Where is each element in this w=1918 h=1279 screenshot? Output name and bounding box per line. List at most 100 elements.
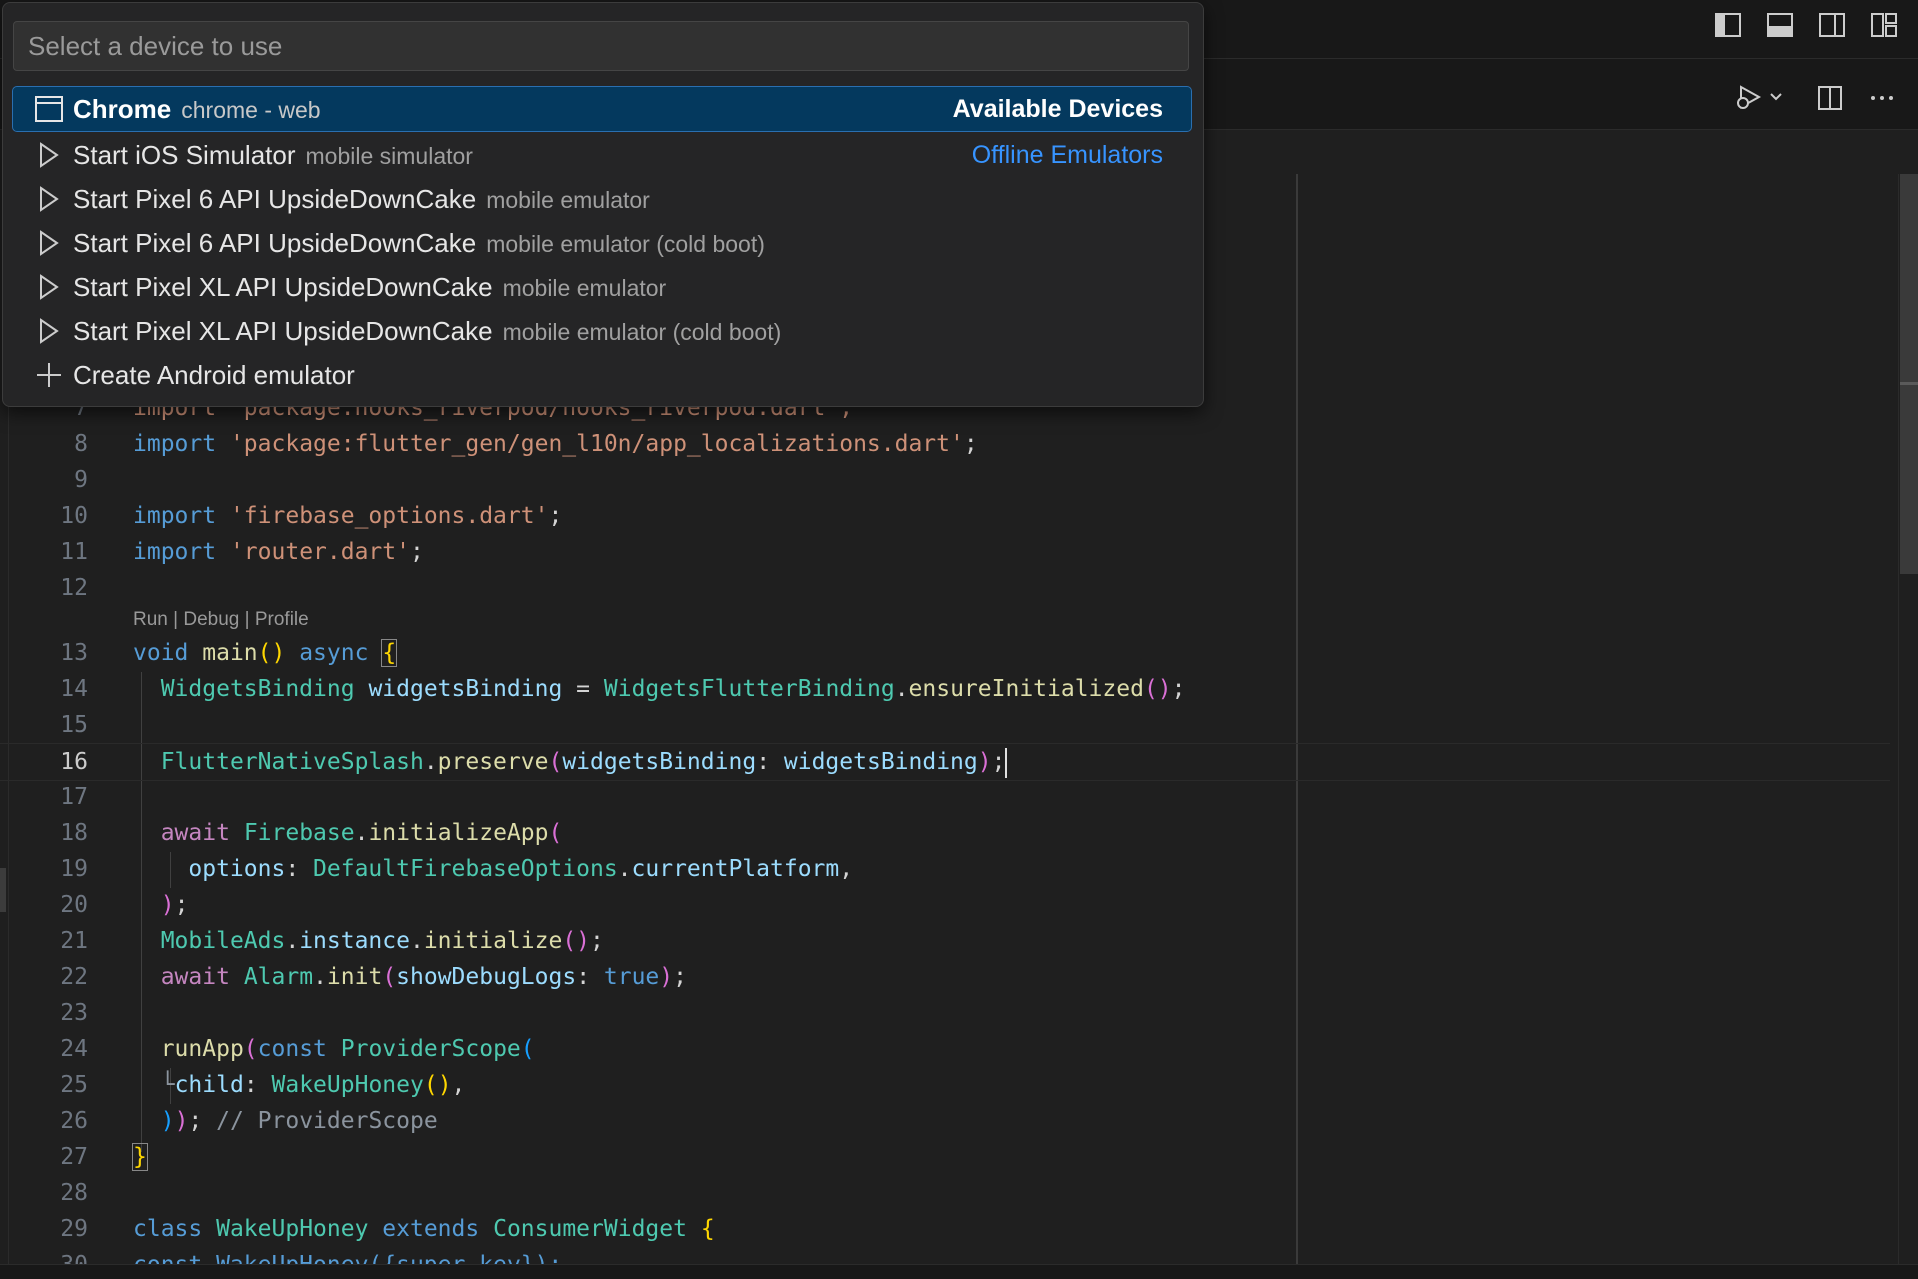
code-line: 28: [0, 1175, 1890, 1211]
codelens: Run | Debug | Profile: [133, 609, 309, 630]
code-text: class WakeUpHoney extends ConsumerWidget…: [133, 1216, 715, 1242]
code-text: runApp(const ProviderScope(: [160, 1036, 535, 1062]
line-number: 14: [60, 676, 88, 702]
scrollbar-cursor-marker: [1900, 382, 1918, 385]
device-option-pixelxl-cold-boot[interactable]: Start Pixel XL API UpsideDownCake mobile …: [13, 309, 1191, 353]
code-line: 17: [0, 779, 1890, 815]
text-cursor: [1005, 747, 1008, 778]
play-icon: [35, 317, 63, 345]
line-number: 27: [60, 1144, 88, 1170]
code-line: 24 runApp(const ProviderScope(: [0, 1031, 1890, 1067]
line-number: 22: [60, 964, 88, 990]
plus-icon: [35, 361, 63, 389]
code-text: )); // ProviderScope: [160, 1108, 438, 1134]
code-text: └child: WakeUpHoney(),: [160, 1072, 466, 1098]
device-option-label: Start Pixel XL API UpsideDownCake mobile …: [73, 316, 782, 346]
scrollbar-thumb[interactable]: [1900, 174, 1918, 574]
group-label-available-devices: Available Devices: [952, 95, 1163, 123]
line-number: 10: [60, 503, 88, 529]
code-line: 9: [0, 462, 1890, 498]
device-option-chrome[interactable]: Chrome chrome - web Available Devices: [12, 86, 1192, 132]
line-number: 29: [60, 1216, 88, 1242]
code-text: const WakeUpHoney({super.key});: [133, 1247, 562, 1264]
code-line: 22 await Alarm.init(showDebugLogs: true)…: [0, 959, 1890, 995]
line-number: 24: [60, 1036, 88, 1062]
line-number: 23: [60, 1000, 88, 1026]
code-text: await Alarm.init(showDebugLogs: true);: [160, 964, 687, 990]
play-icon: [35, 141, 63, 169]
code-line: 26 )); // ProviderScope: [0, 1103, 1890, 1139]
line-number: 8: [74, 431, 88, 457]
code-text: FlutterNativeSplash.preserve(widgetsBind…: [133, 744, 1008, 780]
code-line: 21 MobileAds.instance.initialize();: [0, 923, 1890, 959]
line-number: 11: [60, 539, 88, 565]
line-number: 16: [60, 749, 88, 775]
code-line: 29 class WakeUpHoney extends ConsumerWid…: [0, 1211, 1890, 1247]
play-icon: [35, 229, 63, 257]
toggle-primary-sidebar-icon[interactable]: [1708, 5, 1748, 45]
code-line: 30 const WakeUpHoney({super.key});: [0, 1247, 1890, 1264]
codelens-profile[interactable]: Profile: [255, 609, 309, 630]
code-text: import 'router.dart';: [133, 539, 424, 565]
device-option-pixel6[interactable]: Start Pixel 6 API UpsideDownCake mobile e…: [13, 177, 1191, 221]
code-line: 27 }: [0, 1139, 1890, 1175]
browser-window-icon: [35, 95, 63, 123]
code-line: 11 import 'router.dart';: [0, 534, 1890, 570]
toggle-secondary-sidebar-icon[interactable]: [1812, 5, 1852, 45]
device-option-ios-simulator[interactable]: Start iOS Simulator mobile simulator Offl…: [13, 133, 1191, 177]
create-android-emulator-option[interactable]: Create Android emulator: [13, 353, 1191, 397]
line-number: 28: [60, 1180, 88, 1206]
device-option-label: Chrome chrome - web: [73, 94, 321, 124]
code-line: 15: [0, 707, 1890, 743]
code-line: 10 import 'firebase_options.dart';: [0, 498, 1890, 534]
line-number: 12: [60, 575, 88, 601]
device-option-label: Start Pixel 6 API UpsideDownCake mobile e…: [73, 184, 650, 214]
code-text: await Firebase.initializeApp(: [160, 820, 563, 846]
code-line: 20 );: [0, 887, 1890, 923]
code-text: );: [160, 892, 189, 918]
device-option-pixelxl[interactable]: Start Pixel XL API UpsideDownCake mobile …: [13, 265, 1191, 309]
line-number: 30: [0, 1247, 88, 1264]
split-editor-icon[interactable]: [1810, 78, 1850, 118]
code-text: void main() async {: [133, 639, 398, 667]
code-text: import 'package:flutter_gen/gen_l10n/app…: [133, 431, 978, 457]
code-text: options: DefaultFirebaseOptions.currentP…: [188, 856, 854, 882]
line-number: 9: [74, 467, 88, 493]
codelens-run[interactable]: Run: [133, 609, 168, 630]
code-line: 19 options: DefaultFirebaseOptions.curre…: [0, 851, 1890, 887]
toggle-panel-icon[interactable]: [1760, 5, 1800, 45]
device-option-pixel6-cold-boot[interactable]: Start Pixel 6 API UpsideDownCake mobile e…: [13, 221, 1191, 265]
line-number: 18: [60, 820, 88, 846]
device-option-label: Start iOS Simulator mobile simulator: [73, 140, 473, 170]
line-number: 17: [60, 784, 88, 810]
code-text: import 'firebase_options.dart';: [133, 503, 563, 529]
group-label-offline-emulators[interactable]: Offline Emulators: [972, 133, 1163, 177]
device-picker: Chromechrome - web Available Devices Sta…: [2, 2, 1204, 407]
line-number: 20: [60, 892, 88, 918]
status-bar-edge: [0, 1264, 1918, 1279]
play-icon: [35, 273, 63, 301]
code-line: 18 await Firebase.initializeApp(: [0, 815, 1890, 851]
line-number: 13: [60, 640, 88, 666]
codelens-debug[interactable]: Debug: [183, 609, 239, 630]
more-actions-icon[interactable]: [1862, 78, 1902, 118]
run-debug-icon[interactable]: [1728, 78, 1788, 118]
code-text: MobileAds.instance.initialize();: [160, 928, 604, 954]
device-option-label: Start Pixel XL API UpsideDownCake mobile …: [73, 272, 667, 302]
code-line-active: 16 FlutterNativeSplash.preserve(widgetsB…: [0, 743, 1890, 781]
line-number: 19: [60, 856, 88, 882]
device-search-input[interactable]: [13, 21, 1189, 71]
code-line: 12: [0, 570, 1890, 606]
play-icon: [35, 185, 63, 213]
code-line: 13 void main() async {: [0, 635, 1890, 671]
code-line: 8 import 'package:flutter_gen/gen_l10n/a…: [0, 426, 1890, 462]
line-number: 21: [60, 928, 88, 954]
code-line: 23: [0, 995, 1890, 1031]
line-number: 26: [60, 1108, 88, 1134]
customize-layout-icon[interactable]: [1864, 5, 1904, 45]
line-number: 15: [60, 712, 88, 738]
code-line: 14 WidgetsBinding widgetsBinding = Widge…: [0, 671, 1890, 707]
code-text: }: [132, 1143, 148, 1171]
code-text: WidgetsBinding widgetsBinding = WidgetsF…: [160, 676, 1186, 702]
device-option-label: Create Android emulator: [73, 360, 355, 390]
